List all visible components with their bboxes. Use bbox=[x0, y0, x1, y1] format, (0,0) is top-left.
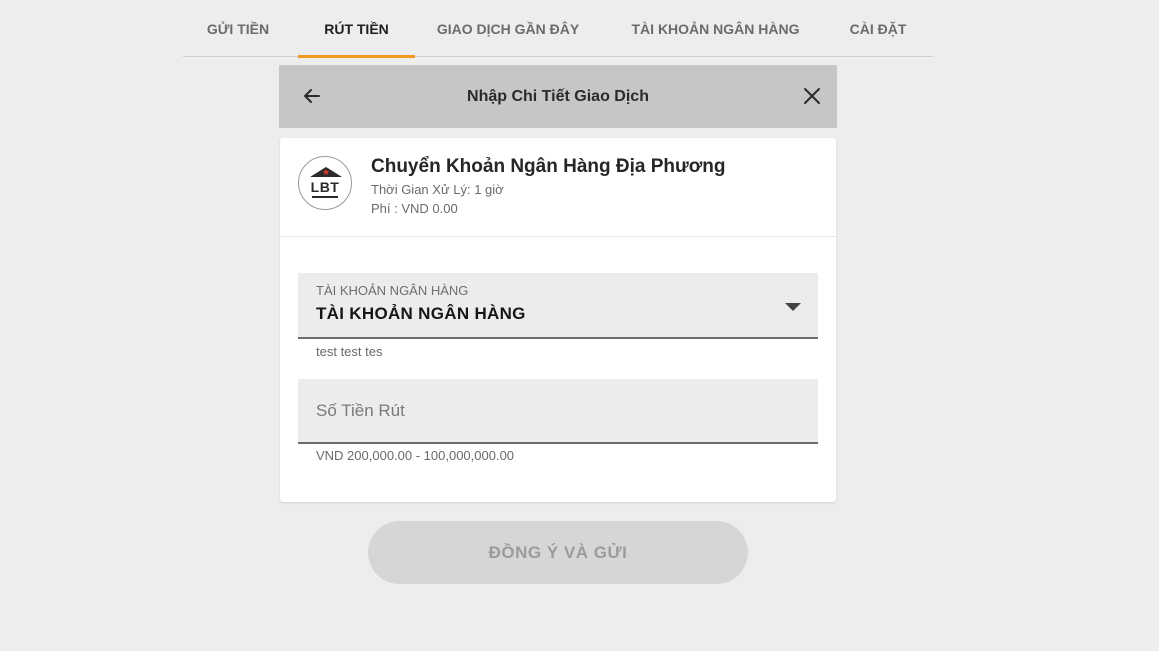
logo-underline bbox=[312, 196, 338, 198]
amount-range-helper: VND 200,000.00 - 100,000,000.00 bbox=[316, 448, 515, 463]
close-icon[interactable] bbox=[801, 85, 823, 107]
tab-recent-transactions[interactable]: GIAO DỊCH GẦN ĐÂY bbox=[433, 0, 583, 57]
fee-text: Phí : VND 0.00 bbox=[371, 201, 458, 216]
top-tab-bar: GỬI TIỀN RÚT TIỀN GIAO DỊCH GẦN ĐÂY TÀI … bbox=[183, 0, 933, 58]
dialog-header: Nhập Chi Tiết Giao Dịch bbox=[279, 65, 837, 128]
bank-account-label: TÀI KHOẢN NGÂN HÀNG bbox=[316, 283, 469, 298]
bank-account-value: TÀI KHOẢN NGÂN HÀNG bbox=[316, 304, 526, 323]
processing-time: Thời Gian Xử Lý: 1 giờ bbox=[371, 182, 504, 197]
caret-down-icon bbox=[785, 303, 801, 311]
star-icon: ★ bbox=[321, 167, 331, 177]
tab-settings[interactable]: CÀI ĐẶT bbox=[838, 0, 918, 57]
transaction-card: ★ LBT Chuyển Khoản Ngân Hàng Địa Phương … bbox=[280, 138, 836, 502]
bank-account-select[interactable]: TÀI KHOẢN NGÂN HÀNG TÀI KHOẢN NGÂN HÀNG bbox=[298, 273, 818, 339]
bank-logo-text: LBT bbox=[310, 179, 340, 195]
dialog-title: Nhập Chi Tiết Giao Dịch bbox=[467, 87, 649, 105]
tab-withdraw[interactable]: RÚT TIỀN bbox=[298, 0, 415, 58]
payment-method-title: Chuyển Khoản Ngân Hàng Địa Phương bbox=[371, 156, 726, 177]
amount-field bbox=[298, 379, 818, 444]
bank-account-helper: test test tes bbox=[316, 344, 383, 359]
bank-logo: ★ LBT bbox=[298, 156, 352, 210]
tab-deposit[interactable]: GỬI TIỀN bbox=[198, 0, 278, 57]
agree-submit-button[interactable]: ĐỒNG Ý VÀ GỬI bbox=[368, 521, 748, 584]
withdraw-amount-input[interactable] bbox=[298, 379, 818, 442]
tab-bank-accounts[interactable]: TÀI KHOẢN NGÂN HÀNG bbox=[623, 0, 808, 57]
payment-method-summary: ★ LBT Chuyển Khoản Ngân Hàng Địa Phương … bbox=[280, 138, 836, 237]
